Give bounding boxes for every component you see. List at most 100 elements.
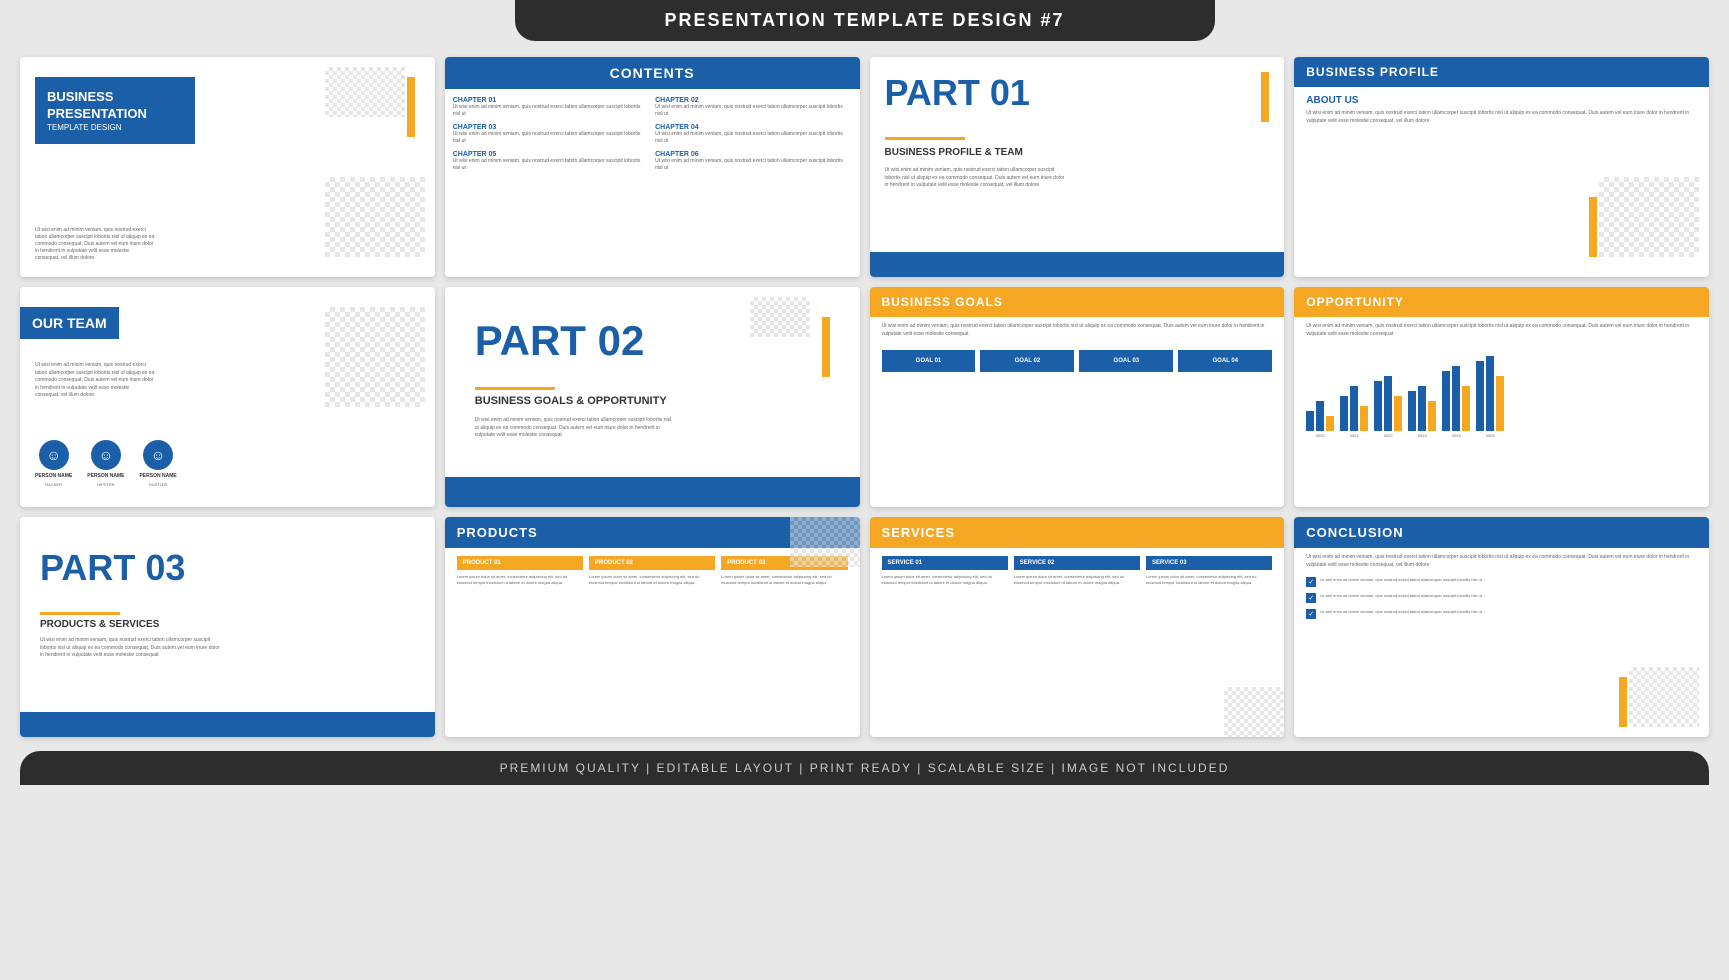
slide-services: SERVICES SERVICE 01 Lorem ipsum dolor si… <box>870 517 1285 737</box>
part03-blue-bottom <box>20 712 435 737</box>
our-team-label: OUR TEAM <box>20 307 119 339</box>
slides-grid: BUSINESS PRESENTATION TEMPLATE DESIGN Ut… <box>0 49 1729 745</box>
part01-blue-bottom <box>870 252 1285 277</box>
part03-number: PART 03 <box>40 547 185 589</box>
checkbox-icon-1: ✓ <box>1306 577 1316 587</box>
bar-2022-1 <box>1374 381 1382 431</box>
part01-number: PART 01 <box>885 72 1030 114</box>
business-goals-header: BUSINESS GOALS <box>870 287 1285 317</box>
member1-role: HACKER <box>45 482 62 487</box>
chapter-04-title: CHAPTER 04 <box>655 124 851 131</box>
goals-text: Ut wisi enim ad minim veniam, quis nostr… <box>870 317 1285 344</box>
services-checker <box>1224 687 1284 737</box>
service-01-title: SERVICE 01 <box>882 556 1008 570</box>
chapter-02-text: Ut wisi enim ad minim veniam, quis nostr… <box>655 104 851 118</box>
product-02-title: PRODUCT 02 <box>589 556 715 570</box>
bar-group-2025: 2025 <box>1476 356 1504 438</box>
slide-part03: PART 03 PRODUCTS & SERVICES Ut wisi enim… <box>20 517 435 737</box>
conclusion-checklist: ✓ Ut wisi enim ad minim veniam, quis nos… <box>1294 573 1709 629</box>
bar-2024-1 <box>1442 371 1450 431</box>
part02-blue-bottom <box>445 477 860 507</box>
bar-2022-3 <box>1394 396 1402 431</box>
check-item-1: ✓ Ut wisi enim ad minim veniam, quis nos… <box>1306 577 1697 587</box>
bar-2023-1 <box>1408 391 1416 431</box>
opportunity-header: OPPORTUNITY <box>1294 287 1709 317</box>
bar-group-2024: 2024 <box>1442 366 1470 438</box>
chapter-03: CHAPTER 03 Ut wisi enim ad minim veniam,… <box>453 124 649 145</box>
service-01-text: Lorem ipsum dolor sit amet, consectetur … <box>882 574 1008 585</box>
slide-contents: CONTENTS CHAPTER 01 Ut wisi enim ad mini… <box>445 57 860 277</box>
services-header: SERVICES <box>870 517 1285 548</box>
chapter-02: CHAPTER 02 Ut wisi enim ad minim veniam,… <box>655 97 851 118</box>
bar-2020-2 <box>1316 401 1324 431</box>
our-team-text: Ut wisi enim ad minim veniam, quis nostr… <box>35 362 155 400</box>
slide-part01: PART 01 BUSINESS PROFILE & TEAM Ut wisi … <box>870 57 1285 277</box>
slide-business-goals: BUSINESS GOALS Ut wisi enim ad minim ven… <box>870 287 1285 507</box>
bar-2023-3 <box>1428 401 1436 431</box>
check-text-2: Ut wisi enim ad minim veniam, quis nostr… <box>1320 593 1482 599</box>
part01-orange-line <box>885 137 965 140</box>
part01-subtitle: BUSINESS PROFILE & TEAM <box>885 147 1023 158</box>
chapter-01: CHAPTER 01 Ut wisi enim ad minim veniam,… <box>453 97 649 118</box>
team-checker <box>325 307 425 407</box>
bar-2025-3 <box>1496 376 1504 431</box>
chapter-03-title: CHAPTER 03 <box>453 124 649 131</box>
team-icons-row: ☺ PERSON NAME HACKER ☺ PERSON NAME HIPST… <box>35 440 177 487</box>
part02-text: Ut wisi enim ad minim veniam, quis nostr… <box>475 417 675 440</box>
bars-2020 <box>1306 401 1334 431</box>
part02-yellow-bar <box>822 317 830 377</box>
bar-label-2024: 2024 <box>1452 433 1461 438</box>
service-02-text: Lorem ipsum dolor sit amet, consectetur … <box>1014 574 1140 585</box>
chapter-03-text: Ut wisi enim ad minim veniam, quis nostr… <box>453 131 649 145</box>
bar-label-2020: 2020 <box>1316 433 1325 438</box>
conclusion-text: Ut wisi enim ad minim veniam, quis nostr… <box>1294 548 1709 573</box>
chapter-05: CHAPTER 05 Ut wisi enim ad minim veniam,… <box>453 151 649 172</box>
top-bar: PRESENTATION TEMPLATE DESIGN #7 <box>515 0 1215 41</box>
footer-text: PREMIUM QUALITY | EDITABLE LAYOUT | PRIN… <box>500 761 1230 775</box>
team-member-3: ☺ PERSON NAME HUSTLER <box>139 440 176 487</box>
bar-2021-2 <box>1350 386 1358 431</box>
bars-2025 <box>1476 356 1504 431</box>
slide-conclusion: CONCLUSION Ut wisi enim ad minim veniam,… <box>1294 517 1709 737</box>
part01-text: Ut wisi enim ad minim veniam, quis nostr… <box>885 167 1065 190</box>
bar-2025-2 <box>1486 356 1494 431</box>
product-03-text: Lorem ipsum dolor sit amet, consectetur … <box>721 574 847 585</box>
goal-04: GOAL 04 <box>1178 350 1272 372</box>
service-col-2: SERVICE 02 Lorem ipsum dolor sit amet, c… <box>1014 556 1140 585</box>
bar-2024-2 <box>1452 366 1460 431</box>
bar-2023-2 <box>1418 386 1426 431</box>
member3-role: HUSTLER <box>149 482 168 487</box>
profile-checker <box>1599 177 1699 257</box>
opportunity-text: Ut wisi enim ad minim veniam, quis nostr… <box>1294 317 1709 344</box>
checker-top <box>325 67 405 117</box>
header-wrapper: PRESENTATION TEMPLATE DESIGN #7 <box>0 0 1729 41</box>
bar-2020-3 <box>1326 416 1334 431</box>
goal-02: GOAL 02 <box>980 350 1074 372</box>
part03-text: Ut wisi enim ad minim veniam, quis nostr… <box>40 637 220 660</box>
blue-title-box: BUSINESS PRESENTATION TEMPLATE DESIGN <box>35 77 195 144</box>
member2-name: PERSON NAME <box>87 473 124 479</box>
bar-2022-2 <box>1384 376 1392 431</box>
bar-label-2021: 2021 <box>1350 433 1359 438</box>
avatar-2: ☺ <box>91 440 121 470</box>
service-col-3: SERVICE 03 Lorem ipsum dolor sit amet, c… <box>1146 556 1272 585</box>
profile-yellow-bar <box>1589 197 1597 257</box>
product-01-text: Lorem ipsum dolor sit amet, consectetur … <box>457 574 583 585</box>
slide-opportunity: OPPORTUNITY Ut wisi enim ad minim veniam… <box>1294 287 1709 507</box>
slide-part02: PART 02 BUSINESS GOALS & OPPORTUNITY Ut … <box>445 287 860 507</box>
part03-subtitle: PRODUCTS & SERVICES <box>40 619 159 630</box>
checkbox-icon-2: ✓ <box>1306 593 1316 603</box>
member1-name: PERSON NAME <box>35 473 72 479</box>
check-text-1: Ut wisi enim ad minim veniam, quis nostr… <box>1320 577 1482 583</box>
chapter-02-title: CHAPTER 02 <box>655 97 851 104</box>
avatar-1: ☺ <box>39 440 69 470</box>
service-03-title: SERVICE 03 <box>1146 556 1272 570</box>
bar-2024-3 <box>1462 386 1470 431</box>
bar-2025-1 <box>1476 361 1484 431</box>
check-item-3: ✓ Ut wisi enim ad minim veniam, quis nos… <box>1306 609 1697 619</box>
service-col-1: SERVICE 01 Lorem ipsum dolor sit amet, c… <box>882 556 1008 585</box>
chapter-01-title: CHAPTER 01 <box>453 97 649 104</box>
team-member-2: ☺ PERSON NAME HIPSTER <box>87 440 124 487</box>
bar-group-2023: 2023 <box>1408 386 1436 438</box>
chapter-04: CHAPTER 04 Ut wisi enim ad minim veniam,… <box>655 124 851 145</box>
